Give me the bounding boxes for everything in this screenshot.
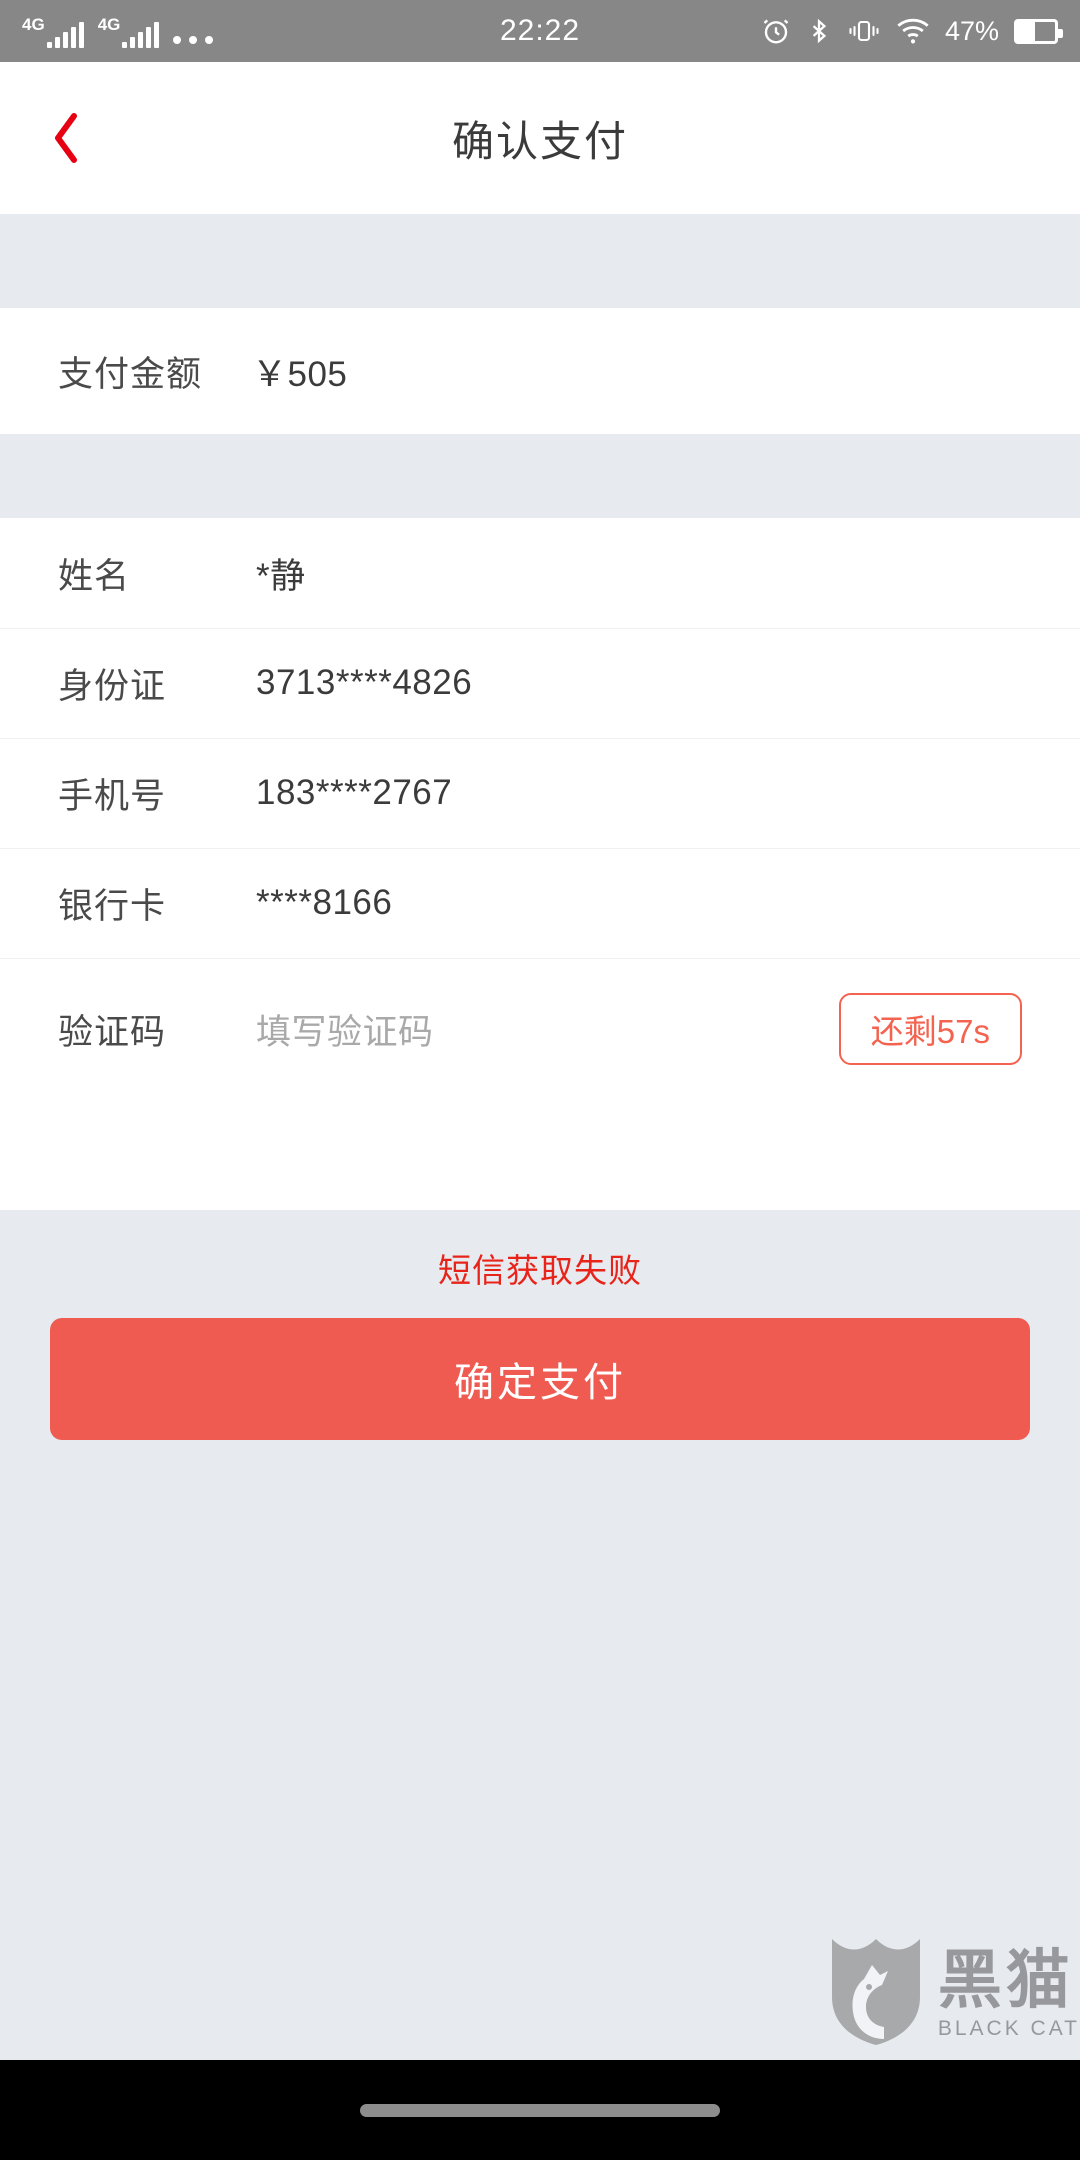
detail-row-id-card: 身份证 3713****4826 [0,628,1080,738]
detail-row-bank-card: 银行卡 ****8166 [0,848,1080,958]
status-bar-clock: 22:22 [499,14,581,47]
id-card-label: 身份证 [58,666,167,706]
confirm-payment-button[interactable]: 确定支付 [50,1318,1030,1440]
bank-card-label: 银行卡 [58,886,167,926]
detail-row-name: 姓名 *静 [0,518,1080,628]
battery-icon [1014,18,1063,44]
system-navigation-bar [0,2060,1080,2160]
action-area: 短信获取失败 确定支付 [0,1210,1080,1440]
detail-row-verification-code: 验证码 填写验证码 还剩57s [0,958,1080,1100]
watermark-en-label: BLACK CAT [937,2017,1080,2040]
name-label: 姓名 [58,556,131,596]
watermark-text: 黑猫 BLACK CAT [938,1948,1080,2039]
id-card-value: 3713****4826 [256,663,473,702]
status-bar: 4G 4G 22:22 47% [0,0,1080,62]
page-header: 确认支付 [0,62,1080,214]
amount-label: 支付金额 [58,354,203,394]
resend-countdown-button[interactable]: 还剩57s [838,993,1022,1065]
section-gap-middle [0,434,1080,518]
details-card: 姓名 *静 身份证 3713****4826 手机号 183****2767 银… [0,518,1080,1210]
back-button[interactable] [34,106,98,170]
name-value: *静 [256,556,306,596]
phone-label: 手机号 [58,776,167,816]
confirm-button-wrap: 确定支付 [0,1292,1080,1440]
home-gesture-pill[interactable] [360,2103,720,2117]
chevron-left-icon [55,113,77,163]
page-title: 确认支付 [451,117,628,165]
amount-card: 支付金额 ￥505 [0,308,1080,434]
section-gap-top [0,214,1080,308]
verification-code-input[interactable]: 填写验证码 [256,1004,839,1055]
amount-row: 支付金额 ￥505 [0,308,1080,434]
phone-value: 183****2767 [256,773,453,812]
amount-value: ￥505 [252,354,348,394]
error-message: 短信获取失败 [438,1252,642,1289]
phone-screen: 4G 4G 22:22 47% 确认支付 支付金额 ￥505 姓名 *静 身份证… [0,0,1080,2160]
detail-row-phone: 手机号 183****2767 [0,738,1080,848]
black-cat-shield-logo-icon [828,1935,924,2052]
watermark: 黑猫 BLACK CAT [828,1935,1080,2052]
bank-card-value: ****8166 [256,883,393,922]
verification-code-label: 验证码 [58,1012,167,1052]
watermark-cn-label: 黑猫 [937,1944,1074,2016]
